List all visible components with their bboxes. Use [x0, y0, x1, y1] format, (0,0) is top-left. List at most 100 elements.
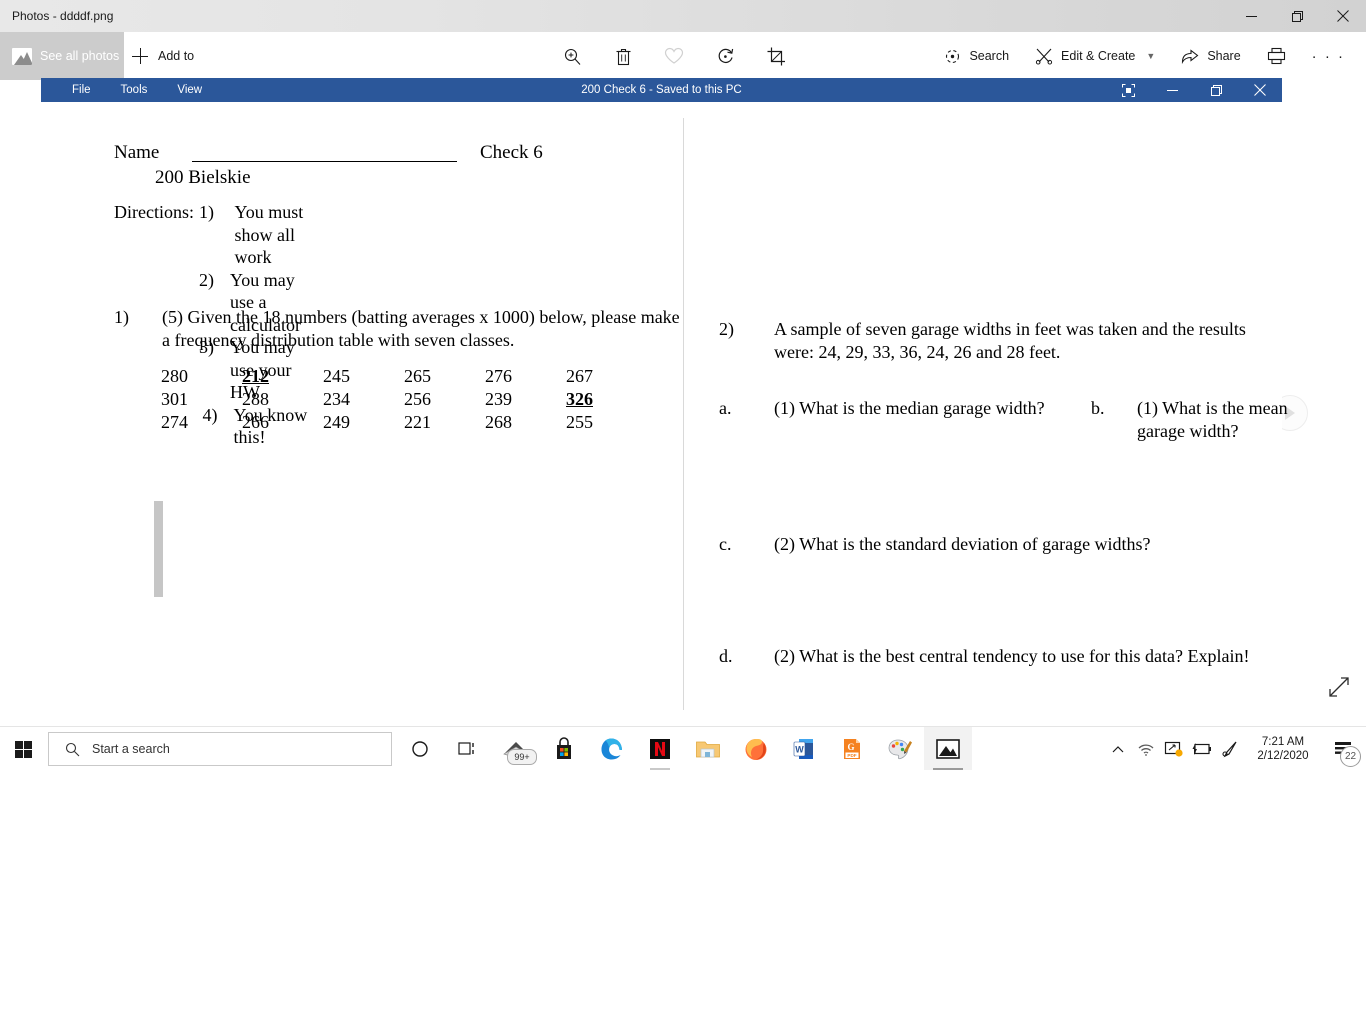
clock-time: 7:21 AM — [1261, 736, 1305, 748]
svg-text:PDF: PDF — [847, 753, 856, 758]
share-button[interactable]: Share — [1168, 32, 1253, 80]
word-restore-icon[interactable] — [1194, 78, 1238, 102]
firefox-icon[interactable] — [732, 727, 780, 771]
svg-text:W: W — [795, 745, 804, 755]
taskbar-search-input[interactable]: Start a search — [48, 732, 392, 766]
windows-taskbar: Start a search 99+ W G PDF 7:21 AM 2/12/… — [0, 726, 1366, 771]
favorite-icon[interactable] — [662, 44, 686, 68]
document-left-column: Name Check 6 200 Bielskie Directions: 1)… — [41, 102, 683, 726]
wifi-icon[interactable] — [1132, 727, 1160, 771]
question-1-number: 1) — [114, 307, 129, 327]
add-to-button[interactable]: Add to — [132, 32, 194, 80]
word-document-title: 200 Check 6 - Saved to this PC — [581, 84, 742, 96]
cortana-icon[interactable] — [396, 727, 444, 771]
photo-tools-group — [560, 32, 788, 80]
minimize-icon[interactable] — [1228, 0, 1274, 32]
share-label: Share — [1207, 49, 1241, 63]
battery-charging-icon[interactable] — [1188, 727, 1216, 771]
question-2a-text: (1) What is the median garage width? — [774, 398, 1045, 418]
student-name: 200 Bielskie — [155, 167, 251, 188]
more-dots-icon: · · · — [1311, 47, 1345, 65]
network-issue-icon[interactable] — [1160, 727, 1188, 771]
word-minimize-icon[interactable] — [1150, 78, 1194, 102]
table-row: 274 266 249 221 268 255 — [161, 411, 647, 434]
edit-create-label: Edit & Create — [1061, 49, 1136, 63]
zoom-icon[interactable] — [560, 44, 584, 68]
number-cell: 274 — [161, 412, 188, 432]
search-target-icon — [946, 49, 960, 63]
number-cell: 249 — [323, 412, 350, 432]
netflix-icon[interactable] — [636, 727, 684, 771]
number-cell: 256 — [404, 389, 431, 409]
delete-icon[interactable] — [611, 44, 635, 68]
show-hidden-icons-chevron-up-icon[interactable] — [1104, 727, 1132, 771]
directions-item-text: You must show all work — [234, 202, 304, 267]
number-cell: 239 — [485, 389, 512, 409]
question-2d-label: d. — [719, 646, 733, 666]
search-icon — [65, 742, 80, 756]
number-cell: 276 — [485, 366, 512, 386]
desktop-background — [0, 770, 1366, 1034]
mail-icon[interactable]: 99+ — [492, 727, 540, 771]
taskbar-app-icons: 99+ W G PDF — [396, 727, 972, 771]
search-label: Search — [969, 49, 1010, 63]
photo-collection-icon — [12, 47, 32, 65]
number-cell: 234 — [323, 389, 350, 409]
word-close-icon[interactable] — [1238, 78, 1282, 102]
photos-command-bar: See all photos Add to Search Edit & Crea… — [0, 32, 1366, 80]
add-to-label: Add to — [158, 49, 195, 63]
task-view-icon[interactable] — [444, 727, 492, 771]
batting-average-number-grid: 280 212 245 265 276 267 301 288 234 256 … — [161, 365, 647, 434]
name-label: Name — [114, 142, 160, 163]
close-icon[interactable] — [1320, 0, 1366, 32]
taskbar-clock[interactable]: 7:21 AM 2/12/2020 — [1244, 727, 1322, 771]
paint-icon[interactable] — [876, 727, 924, 771]
chevron-down-icon[interactable]: ▼ — [1146, 51, 1155, 61]
name-blank-line — [192, 161, 457, 163]
question-1-text: (5) Given the 18 numbers (batting averag… — [162, 307, 680, 350]
more-options-button[interactable]: · · · — [1299, 32, 1358, 80]
rotate-icon[interactable] — [713, 44, 737, 68]
taskbar-search-placeholder: Start a search — [92, 742, 170, 756]
number-cell: 288 — [242, 389, 269, 409]
number-cell: 265 — [404, 366, 431, 386]
printer-icon — [1267, 47, 1285, 65]
photos-title-bar: Photos - ddddf.png — [0, 0, 1366, 32]
see-all-photos-button[interactable]: See all photos — [0, 32, 124, 80]
restore-icon[interactable] — [1274, 0, 1320, 32]
directions-item-number: 1) — [199, 202, 214, 222]
edit-create-button[interactable]: Edit & Create ▼ — [1022, 32, 1168, 80]
photos-window-controls — [1228, 0, 1366, 32]
directions-heading: Directions: — [114, 202, 194, 222]
question-2c-label: c. — [719, 534, 732, 554]
pen-workspace-icon[interactable] — [1216, 727, 1244, 771]
photos-app-window: Photos - ddddf.png See all photos Add to — [0, 0, 1366, 726]
foxit-pdf-icon[interactable]: G PDF — [828, 727, 876, 771]
clock-date: 2/12/2020 — [1257, 750, 1309, 762]
search-button[interactable]: Search — [931, 32, 1022, 80]
word-icon[interactable]: W — [780, 727, 828, 771]
crop-icon[interactable] — [764, 44, 788, 68]
start-button[interactable] — [0, 727, 46, 771]
file-explorer-icon[interactable] — [684, 727, 732, 771]
photos-icon[interactable] — [924, 727, 972, 771]
question-2a-label: a. — [719, 398, 732, 418]
edge-icon[interactable] — [588, 727, 636, 771]
microsoft-store-icon[interactable] — [540, 727, 588, 771]
question-2-number: 2) — [719, 319, 734, 339]
see-all-photos-label: See all photos — [40, 49, 120, 63]
check-label: Check 6 — [480, 142, 543, 163]
fullscreen-icon[interactable] — [1328, 676, 1352, 700]
question-2d-text: (2) What is the best central tendency to… — [774, 646, 1250, 666]
question-2b-text: (1) What is the mean garage width? — [1137, 398, 1288, 441]
notification-center-button[interactable]: 22 — [1322, 727, 1366, 771]
number-cell-highlighted: 212 — [242, 366, 269, 386]
directions-item: 1) You must show all work — [199, 201, 312, 269]
ribbon-display-options-icon[interactable] — [1106, 78, 1150, 102]
svg-text:G: G — [847, 742, 854, 752]
document-right-column: 2) A sample of seven garage widths in fe… — [684, 102, 1288, 726]
number-table: 280 212 245 265 276 267 301 288 234 256 … — [161, 365, 647, 434]
print-button[interactable] — [1254, 32, 1299, 80]
question-2c-text: (2) What is the standard deviation of ga… — [774, 534, 1151, 554]
question-2b-label: b. — [1091, 398, 1105, 418]
